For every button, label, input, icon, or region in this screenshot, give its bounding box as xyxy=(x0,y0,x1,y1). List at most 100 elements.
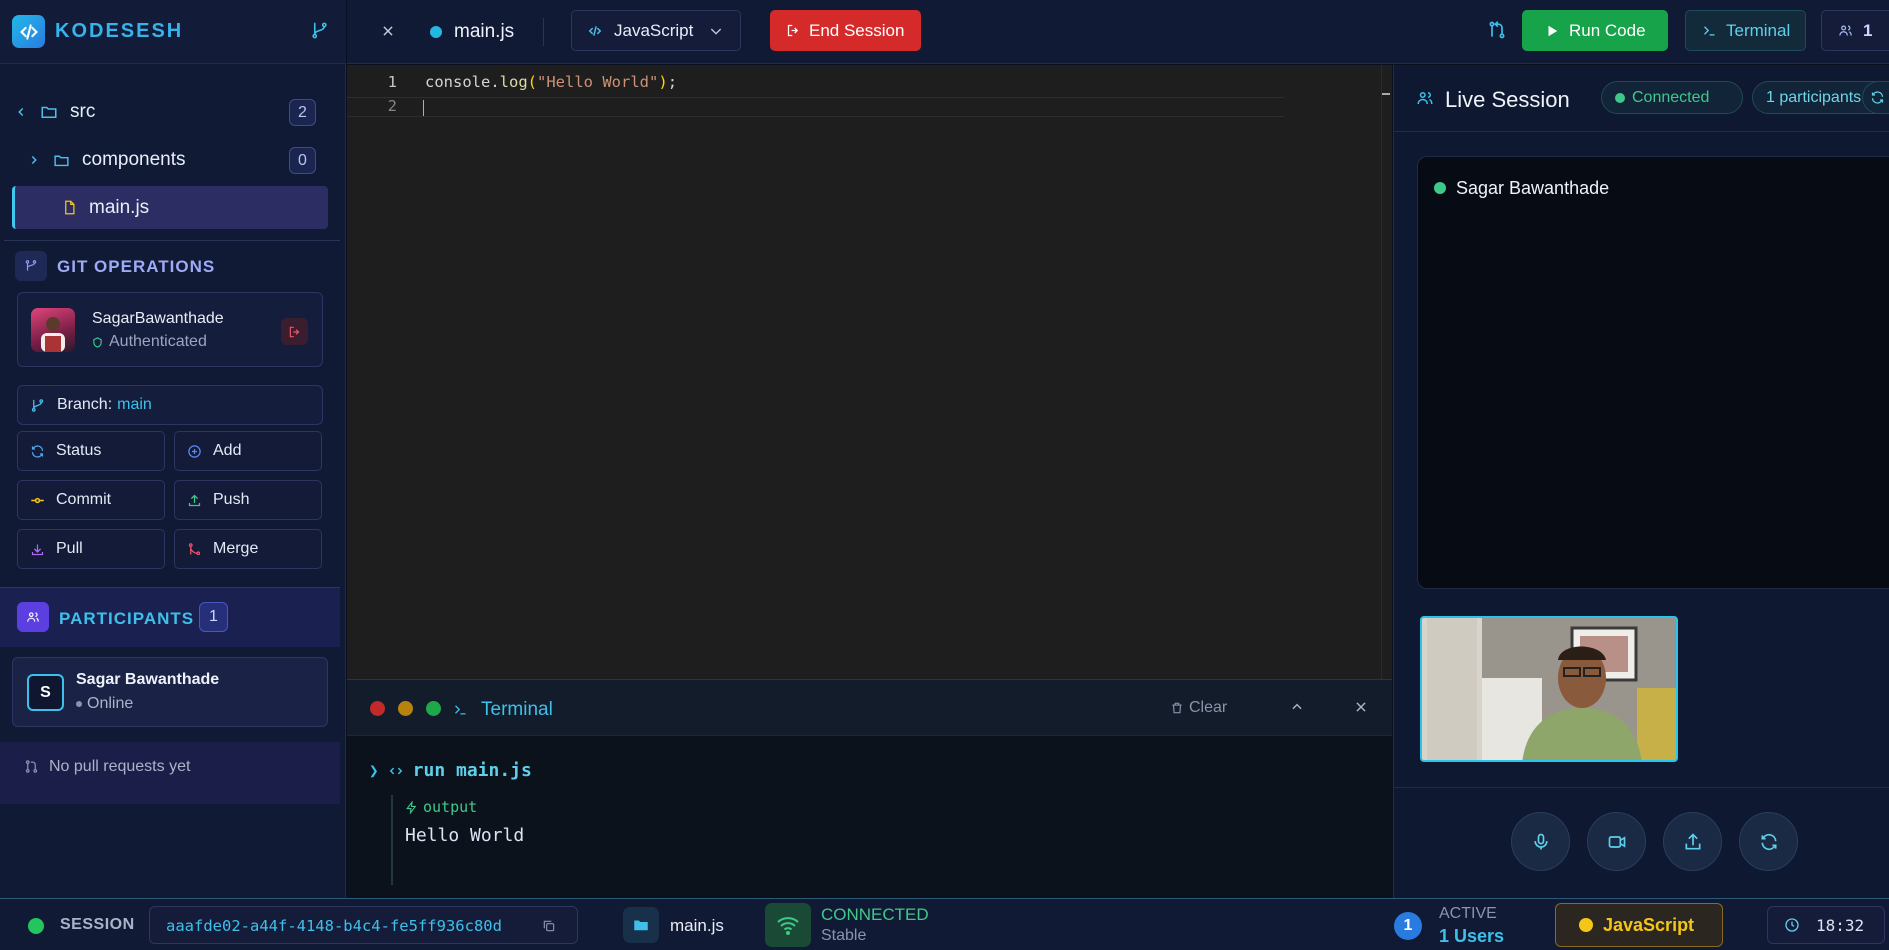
microphone-button[interactable] xyxy=(1511,812,1570,871)
git-push-label: Push xyxy=(213,491,250,508)
active-users-count-badge: 1 xyxy=(1394,912,1422,940)
output-border xyxy=(391,795,393,885)
file-main-js[interactable]: main.js xyxy=(12,186,328,229)
git-branch-icon[interactable] xyxy=(310,21,329,40)
video-camera-icon xyxy=(1608,835,1625,848)
language-select[interactable]: JavaScript xyxy=(571,10,741,51)
terminal-button[interactable]: Terminal xyxy=(1685,10,1806,51)
code-icon xyxy=(389,764,403,778)
output-label: output xyxy=(423,798,478,816)
terminal-label: Terminal xyxy=(1726,20,1791,40)
language-dot xyxy=(1579,918,1593,932)
chevron-right-icon xyxy=(27,153,41,167)
git-commit-button[interactable]: Commit xyxy=(17,480,165,520)
git-pull-label: Pull xyxy=(56,540,83,557)
session-id: aaafde02-a44f-4148-b4c4-fe5ff936c80d xyxy=(166,917,502,935)
brand-name: KODESESH xyxy=(55,20,184,42)
scrollbar-track[interactable] xyxy=(1381,65,1382,679)
switch-camera-button[interactable] xyxy=(1739,812,1798,871)
window-maximize-dot[interactable] xyxy=(426,701,441,716)
git-merge-button[interactable]: Merge xyxy=(174,529,322,569)
run-code-label: Run Code xyxy=(1569,20,1646,40)
session-id-box[interactable]: aaafde02-a44f-4148-b4c4-fe5ff936c80d xyxy=(149,906,578,944)
run-code-button[interactable]: Run Code xyxy=(1522,10,1668,51)
remote-video: Sagar Bawanthade xyxy=(1417,156,1889,589)
participant-status: Online xyxy=(76,695,133,713)
git-push-button[interactable]: Push xyxy=(174,480,322,520)
editor-tab[interactable]: main.js xyxy=(430,21,514,43)
participants-title: PARTICIPANTS xyxy=(59,609,195,628)
branch-label: Branch: xyxy=(57,396,113,413)
refresh-button[interactable] xyxy=(1862,81,1889,114)
wifi-icon xyxy=(765,903,811,947)
upload-icon xyxy=(187,493,202,508)
clear-button[interactable]: Clear xyxy=(1170,699,1227,717)
git-ops-icon xyxy=(15,251,47,281)
participants-button[interactable]: 1 xyxy=(1821,10,1889,51)
participant-status-label: Online xyxy=(87,695,134,712)
window-minimize-dot[interactable] xyxy=(398,701,413,716)
branch-name: main xyxy=(117,396,152,413)
terminal-command-line: ❯ run main.js xyxy=(369,760,532,781)
code-token: ; xyxy=(667,73,678,91)
sidebar: KODESESH src 2 components 0 main.js GIT … xyxy=(0,0,346,898)
language-label: JavaScript xyxy=(614,20,694,40)
zap-icon xyxy=(405,800,418,814)
git-add-button[interactable]: Add xyxy=(174,431,322,471)
status-dot xyxy=(1615,92,1625,103)
trash-icon xyxy=(1170,701,1184,715)
logout-button[interactable] xyxy=(281,318,308,345)
folder-icon xyxy=(623,907,659,943)
output-header: output xyxy=(405,798,477,816)
git-status-button[interactable]: Status xyxy=(17,431,165,471)
code-editor[interactable]: 1 2 console.log("Hello World"); xyxy=(347,65,1392,679)
terminal-icon xyxy=(453,702,468,717)
chevron-left-icon xyxy=(14,105,28,119)
code-token: console xyxy=(425,73,491,91)
language-indicator[interactable]: JavaScript xyxy=(1555,903,1723,947)
git-merge-icon xyxy=(187,542,202,557)
git-pull-button[interactable]: Pull xyxy=(17,529,165,569)
chevron-up-icon[interactable] xyxy=(1290,700,1304,714)
clock-icon xyxy=(1784,917,1800,933)
share-screen-button[interactable] xyxy=(1663,812,1722,871)
git-merge-label: Merge xyxy=(213,540,259,557)
status-bar: SESSION aaafde02-a44f-4148-b4c4-fe5ff936… xyxy=(0,898,1889,950)
local-video-preview[interactable] xyxy=(1420,616,1678,762)
current-file: main.js xyxy=(670,916,724,935)
git-commit-label: Commit xyxy=(56,491,112,508)
users-icon xyxy=(17,602,49,632)
participant-item[interactable]: S Sagar Bawanthade Online xyxy=(12,657,328,727)
active-label: ACTIVE xyxy=(1439,905,1497,922)
no-pull-requests-text: No pull requests yet xyxy=(49,758,191,775)
status-dot xyxy=(76,701,82,707)
close-icon[interactable] xyxy=(1354,700,1368,714)
logo-code-icon xyxy=(12,15,45,48)
video-frame-image xyxy=(1422,618,1676,760)
participants-count-badge: 1 xyxy=(199,602,228,632)
copy-icon[interactable] xyxy=(542,919,556,933)
git-ops-title: GIT OPERATIONS xyxy=(57,257,216,276)
end-session-button[interactable]: End Session xyxy=(770,10,921,51)
window-close-dot[interactable] xyxy=(370,701,385,716)
git-username: SagarBawanthade xyxy=(92,310,224,327)
folder-components[interactable]: components 0 xyxy=(12,140,328,180)
git-compare-icon[interactable] xyxy=(1487,20,1507,40)
code-token: ) xyxy=(658,73,668,91)
code-line: console.log("Hello World"); xyxy=(425,73,677,91)
branch-indicator[interactable]: Branch: main xyxy=(17,385,323,425)
code-token: log xyxy=(499,73,528,91)
camera-button[interactable] xyxy=(1587,812,1646,871)
remote-video-name: Sagar Bawanthade xyxy=(1456,178,1610,198)
close-tab-icon[interactable] xyxy=(381,24,395,38)
refresh-icon xyxy=(30,444,45,459)
live-session-title: Live Session xyxy=(1445,87,1570,112)
users-icon xyxy=(1838,23,1853,38)
logout-icon xyxy=(289,326,299,337)
participant-avatar: S xyxy=(27,674,64,711)
terminal-header: Terminal Clear xyxy=(347,680,1392,736)
connection-status-label: Connected xyxy=(1632,88,1710,106)
current-line-highlight xyxy=(347,97,1284,117)
logout-icon xyxy=(786,23,801,38)
folder-src[interactable]: src 2 xyxy=(12,92,328,132)
